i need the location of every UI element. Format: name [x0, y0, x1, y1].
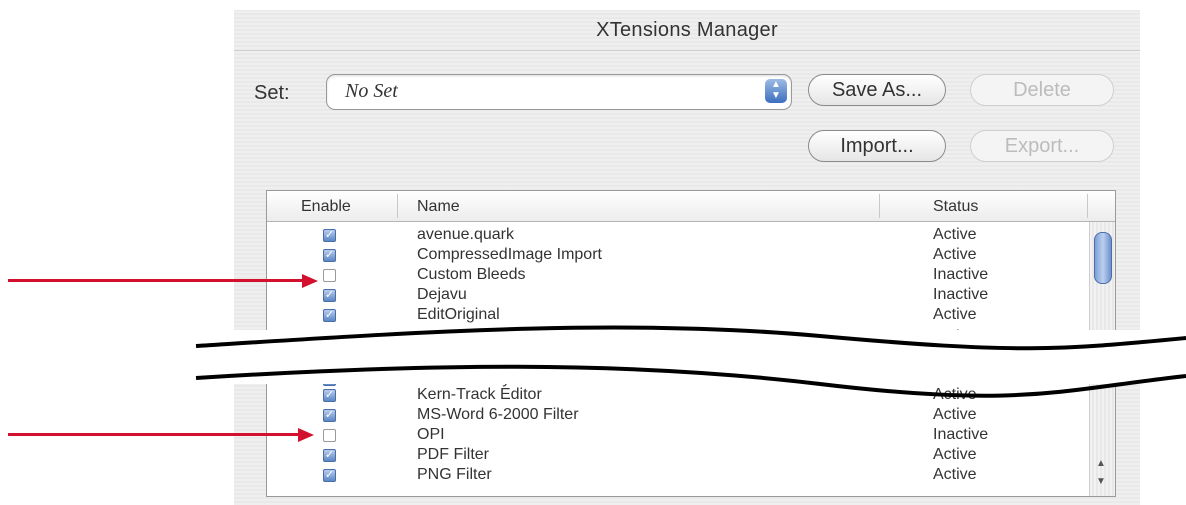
xtension-status: Active	[933, 406, 977, 423]
red-callout-arrow-head	[298, 428, 314, 442]
set-dropdown[interactable]: No Set ▲ ▼	[326, 74, 792, 110]
xtension-status: Active	[933, 386, 977, 403]
xtension-name: MS-Word 6-2000 Filter	[417, 406, 579, 423]
enable-checkbox[interactable]	[323, 429, 336, 442]
vertical-scrollbar[interactable]: ▲ ▼	[1089, 222, 1115, 496]
table-row[interactable]: ✓ Kern-Track Editor Active	[267, 385, 1087, 405]
xtension-status: Active	[933, 328, 977, 345]
column-header-status[interactable]: Status	[933, 198, 978, 216]
xtension-name: PNG Filter	[417, 466, 492, 483]
export-button[interactable]: Export...	[970, 130, 1114, 162]
enable-checkbox[interactable]	[323, 269, 336, 282]
table-row[interactable]: ✓ Dejavu Inactive	[267, 285, 1087, 305]
enable-checkbox[interactable]: ✓	[323, 229, 336, 242]
xtension-name: Kern-Track Editor	[417, 386, 542, 403]
table-row[interactable]: Active	[267, 327, 1087, 347]
enable-checkbox[interactable]: ✓	[323, 469, 336, 482]
scroll-down-icon[interactable]: ▼	[1096, 476, 1106, 487]
xtension-name: PDF Filter	[417, 446, 489, 463]
set-label: Set:	[254, 82, 290, 104]
save-as-button[interactable]: Save As...	[808, 74, 946, 106]
enable-checkbox[interactable]: ✓	[323, 409, 336, 422]
xtension-name: OPI	[417, 426, 445, 443]
xtension-status: Inactive	[933, 426, 989, 443]
xtension-name: Dejavu	[417, 286, 467, 303]
import-button[interactable]: Import...	[808, 130, 946, 162]
xtension-name: EditOriginal	[417, 306, 500, 323]
delete-button-label: Delete	[1013, 78, 1071, 101]
table-row[interactable]: OPI Inactive	[267, 425, 1087, 445]
red-callout-arrow	[8, 433, 302, 436]
table-row[interactable]: ✓ PNG Filter Active	[267, 465, 1087, 485]
xtension-name: Custom Bleeds	[417, 266, 526, 283]
red-callout-arrow	[8, 279, 306, 282]
xtensions-table: Enable Name Status ✓ avenue.quark Active…	[266, 190, 1116, 497]
xtension-name: CompressedImage Import	[417, 246, 602, 263]
xtension-status: Inactive	[933, 266, 989, 283]
xtension-name: avenue.quark	[417, 226, 514, 243]
xtension-status: Inactive	[933, 286, 989, 303]
xtension-status: Active	[933, 466, 977, 483]
xtension-status: Active	[933, 226, 977, 243]
table-row[interactable]: Custom Bleeds Inactive	[267, 265, 1087, 285]
table-row[interactable]: ✓ avenue.quark Active	[267, 225, 1087, 245]
up-down-arrows-icon: ▲ ▼	[765, 79, 787, 103]
table-header: Enable Name Status	[267, 191, 1115, 222]
table-row[interactable]: ✓ PDF Filter Active	[267, 445, 1087, 465]
import-button-label: Import...	[840, 134, 914, 157]
window-title: XTensions Manager	[596, 18, 778, 41]
scroll-up-icon[interactable]: ▲	[1096, 458, 1106, 469]
red-callout-arrow-head	[302, 274, 318, 288]
enable-checkbox[interactable]: ✓	[323, 389, 336, 402]
column-divider[interactable]	[879, 194, 880, 218]
table-row[interactable]: ✓ EditOriginal Active	[267, 305, 1087, 325]
title-bar[interactable]: XTensions Manager	[234, 10, 1140, 51]
delete-button[interactable]: Delete	[970, 74, 1114, 106]
xtension-status: Active	[933, 306, 977, 323]
column-divider	[1087, 194, 1088, 218]
save-as-button-label: Save As...	[831, 78, 923, 101]
export-button-label: Export...	[1004, 134, 1080, 157]
enable-checkbox[interactable]: ✓	[323, 249, 336, 262]
column-divider[interactable]	[397, 194, 398, 218]
scrollbar-thumb[interactable]	[1094, 232, 1112, 284]
table-row[interactable]: ✓ CompressedImage Import Active	[267, 245, 1087, 265]
enable-checkbox[interactable]: ✓	[323, 289, 336, 302]
xtension-status: Active	[933, 446, 977, 463]
enable-checkbox[interactable]: ✓	[323, 309, 336, 322]
table-row[interactable]: ✓ MS-Word 6-2000 Filter Active	[267, 405, 1087, 425]
column-header-enable[interactable]: Enable	[301, 198, 351, 216]
set-dropdown-value: No Set	[345, 80, 398, 102]
xtensions-manager-window: XTensions Manager Set: No Set ▲ ▼ Save As…	[234, 10, 1140, 505]
column-header-name[interactable]: Name	[417, 198, 460, 216]
enable-checkbox[interactable]: ✓	[323, 449, 336, 462]
xtension-status: Active	[933, 246, 977, 263]
